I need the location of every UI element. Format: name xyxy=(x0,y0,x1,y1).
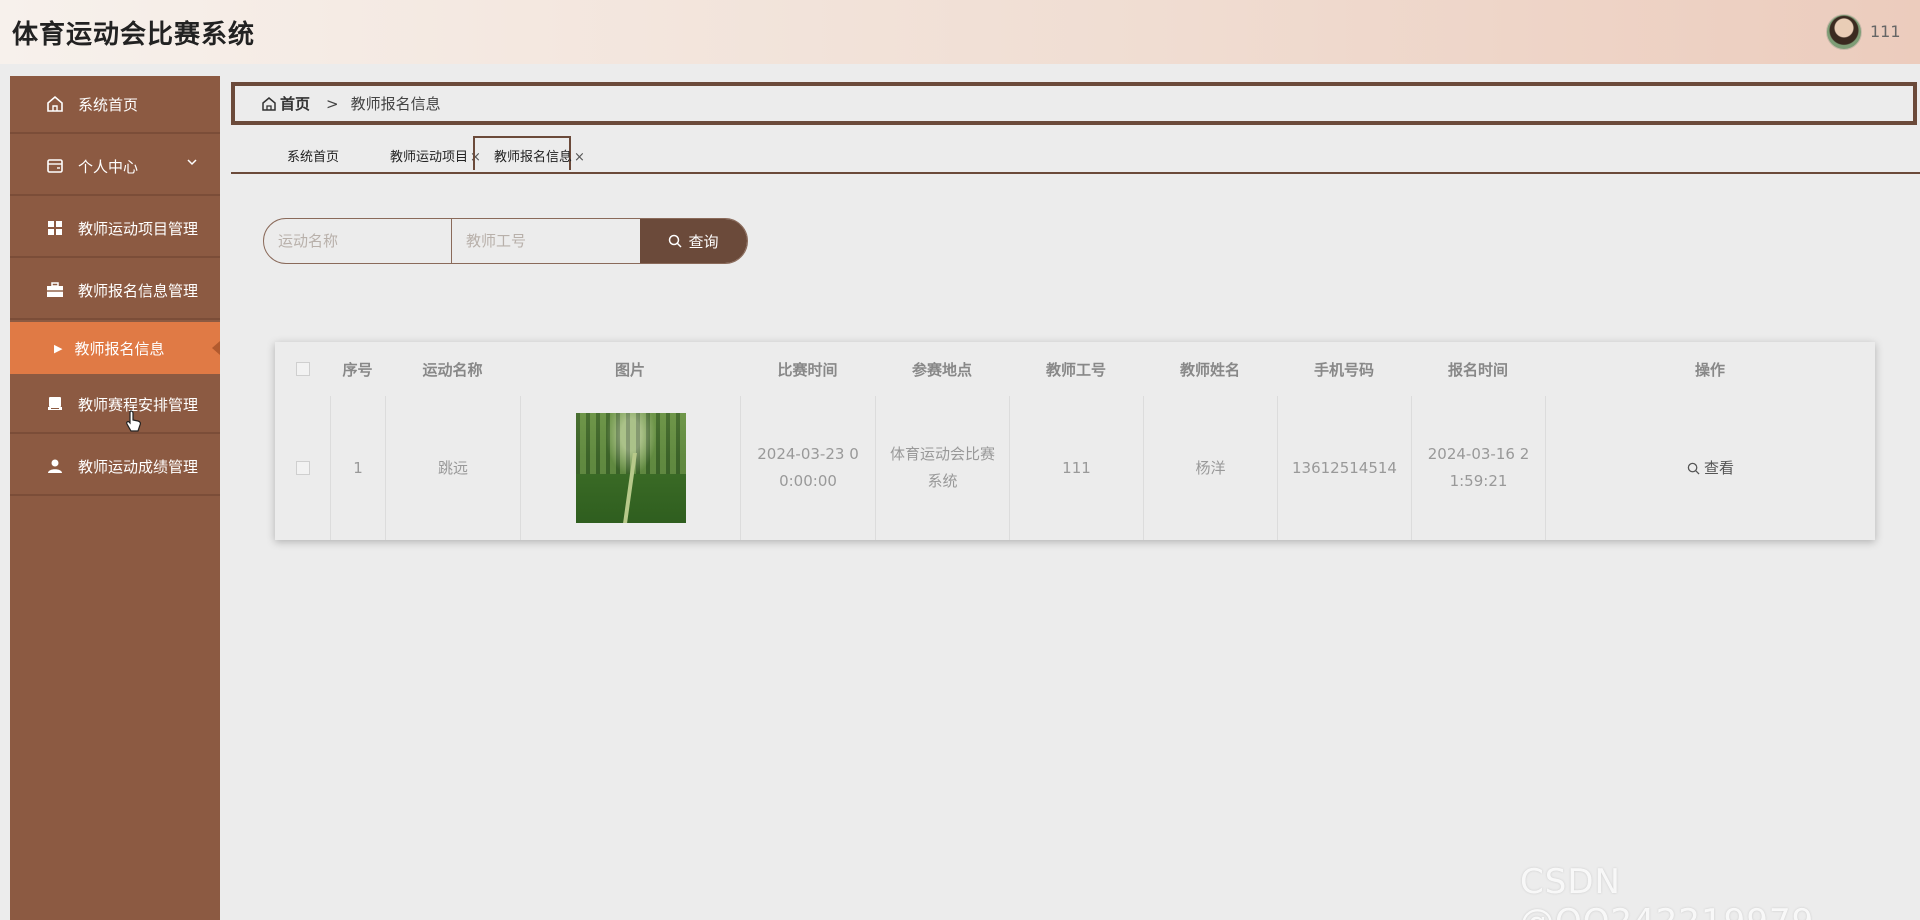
grid-icon xyxy=(46,219,64,237)
column-header: 手机号码 xyxy=(1313,360,1374,379)
cell-teacher-name: 杨洋 xyxy=(1143,396,1277,540)
teacher-id-input[interactable] xyxy=(452,219,640,263)
sidebar-item-label: 教师运动项目管理 xyxy=(78,219,199,238)
cell-text: 系统 xyxy=(927,472,958,490)
tab-home[interactable]: 系统首页 xyxy=(287,146,339,165)
cell-sport: 跳远 xyxy=(385,396,520,540)
printer-icon xyxy=(46,395,64,413)
username[interactable]: 111 xyxy=(1870,22,1901,41)
search-button[interactable]: 查询 xyxy=(640,219,747,263)
column-header: 报名时间 xyxy=(1447,360,1508,379)
close-icon[interactable]: × xyxy=(574,150,585,165)
sidebar-item-results[interactable]: 教师运动成绩管理 xyxy=(10,438,220,496)
search-bar: 查询 xyxy=(263,218,748,264)
sport-name-input[interactable] xyxy=(264,219,452,263)
column-header: 教师姓名 xyxy=(1179,360,1240,379)
sidebar-subitem-label: 教师报名信息 xyxy=(74,339,165,358)
view-button[interactable]: 查看 xyxy=(1687,455,1734,482)
caret-right-icon: ▶ xyxy=(54,341,63,355)
tab-label: 教师报名信息 xyxy=(494,150,573,165)
cell-text: 2024-03-23 0 xyxy=(757,445,859,463)
search-button-label: 查询 xyxy=(688,232,719,251)
cell-text: 0:00:00 xyxy=(779,472,837,490)
row-checkbox[interactable] xyxy=(295,461,310,475)
sidebar-item-sport-projects[interactable]: 教师运动项目管理 xyxy=(10,200,220,258)
cell-text: 1:59:21 xyxy=(1449,472,1508,490)
sidebar-item-label: 系统首页 xyxy=(78,95,139,114)
cell-actions: 查看 xyxy=(1545,396,1875,540)
sidebar-item-signup-management[interactable]: 教师报名信息管理 xyxy=(10,262,220,320)
select-all-checkbox[interactable] xyxy=(295,362,310,376)
column-header: 教师工号 xyxy=(1045,360,1106,379)
data-table: 序号 运动名称 图片 比赛时间 参赛地点 教师工号 教师姓名 手机号码 报名时间… xyxy=(275,342,1875,540)
column-header: 比赛时间 xyxy=(777,360,838,379)
home-icon xyxy=(46,95,64,113)
table-row xyxy=(275,396,330,540)
cell-text: 体育运动会比赛 xyxy=(889,445,995,463)
cell-match-time: 2024-03-23 0 0:00:00 xyxy=(740,396,875,540)
cell-index: 1 xyxy=(330,396,385,540)
column-header: 参赛地点 xyxy=(911,360,972,379)
select-all-cell xyxy=(275,342,330,396)
sidebar-item-home[interactable]: 系统首页 xyxy=(10,76,220,134)
breadcrumb-separator: > xyxy=(326,94,339,113)
breadcrumb-home[interactable]: 首页 xyxy=(261,93,310,114)
watermark: CSDN @QQ242219979 xyxy=(1520,862,1813,920)
user-avatar[interactable] xyxy=(1826,14,1862,50)
user-icon xyxy=(46,457,64,475)
cell-phone: 13612514514 xyxy=(1277,396,1411,540)
cell-text: 2024-03-16 2 xyxy=(1427,445,1530,463)
breadcrumb-home-label: 首页 xyxy=(280,95,311,113)
home-icon xyxy=(262,96,276,111)
tab-label: 教师运动项目 xyxy=(390,150,469,165)
tab-label: 系统首页 xyxy=(287,150,340,165)
sidebar: 系统首页 个人中心 教师运动项目管理 教师报名信息管理 ▶ 教师报名信息 教师赛… xyxy=(10,76,220,920)
column-header: 操作 xyxy=(1694,360,1725,379)
sport-image[interactable] xyxy=(575,413,686,523)
sidebar-item-label: 教师报名信息管理 xyxy=(78,281,199,300)
sidebar-subitem-signup-info[interactable]: ▶ 教师报名信息 xyxy=(10,322,220,374)
app-header: 体育运动会比赛系统 111 xyxy=(0,0,1920,64)
breadcrumb: 首页 > 教师报名信息 xyxy=(231,82,1917,125)
mouse-pointer-icon xyxy=(126,410,142,437)
search-icon xyxy=(669,234,683,248)
sidebar-item-personal-center[interactable]: 个人中心 xyxy=(10,138,220,196)
cell-teacher-id: 111 xyxy=(1009,396,1143,540)
tab-signup-info[interactable]: 教师报名信息 × xyxy=(494,146,585,165)
view-button-label: 查看 xyxy=(1703,458,1734,477)
breadcrumb-current: 教师报名信息 xyxy=(350,95,441,113)
column-header: 运动名称 xyxy=(422,360,483,379)
cell-place: 体育运动会比赛 系统 xyxy=(875,396,1009,540)
wallet-icon xyxy=(46,157,64,175)
search-icon xyxy=(1687,462,1700,475)
briefcase-icon xyxy=(46,281,64,299)
active-indicator xyxy=(212,341,220,355)
tab-sport-projects[interactable]: 教师运动项目 × xyxy=(390,146,481,165)
sidebar-item-label: 教师运动成绩管理 xyxy=(78,457,199,476)
cell-signup-time: 2024-03-16 2 1:59:21 xyxy=(1411,396,1545,540)
sidebar-item-label: 个人中心 xyxy=(78,157,139,176)
app-title: 体育运动会比赛系统 xyxy=(12,20,256,50)
chevron-down-icon[interactable] xyxy=(186,156,198,170)
cell-image xyxy=(520,396,740,540)
sidebar-item-schedule[interactable]: 教师赛程安排管理 xyxy=(10,376,220,434)
column-header: 序号 xyxy=(342,360,373,379)
tab-bar: 系统首页 教师运动项目 × 教师报名信息 × xyxy=(231,136,1920,174)
column-header: 图片 xyxy=(614,360,645,379)
